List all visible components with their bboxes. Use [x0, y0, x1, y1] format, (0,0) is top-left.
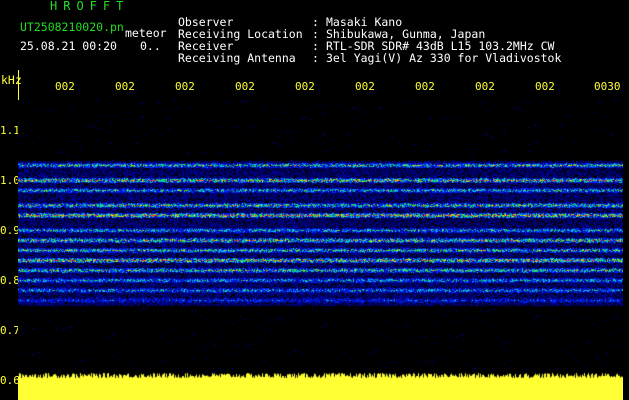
x-tick-label: 002	[355, 80, 375, 93]
observation-datetime: 25.08.21 00:20	[20, 39, 117, 53]
y-tick-label: 0.6	[0, 374, 20, 387]
x-tick-label: 002	[415, 80, 435, 93]
extra-value: 0..	[140, 39, 161, 53]
x-tick-label: 002	[535, 80, 555, 93]
x-tick-label: 0030	[594, 80, 621, 93]
x-tick-label: 002	[295, 80, 315, 93]
observation-kind: meteor	[125, 26, 167, 40]
info-row-receiver: Receiver: RTL-SDR SDR# 43dB L15 103.2MHz …	[178, 39, 555, 53]
info-row-observer: Observer: Masaki Kano	[178, 15, 403, 29]
info-row-location: Receiving Location: Shibukawa, Gunma, Jap…	[178, 27, 486, 41]
app-brand: HROFFT	[50, 0, 130, 13]
x-tick-label: 002	[235, 80, 255, 93]
y-tick-label: 0.8	[0, 274, 20, 287]
x-tick-label: 002	[55, 80, 75, 93]
spectrogram-canvas	[18, 100, 623, 400]
x-tick-label: 002	[475, 80, 495, 93]
station-info: Observer: Masaki Kano Receiving Location:…	[178, 4, 562, 65]
x-tick-label: 002	[175, 80, 195, 93]
y-tick-label: 0.9	[0, 224, 20, 237]
x-tick-label: 002	[115, 80, 135, 93]
file-name: UT2508210020.pn	[20, 20, 124, 34]
y-tick-label: 0.7	[0, 324, 20, 337]
info-row-antenna: Receiving Antenna:3el Yagi(V) Az 330 for…	[178, 51, 562, 65]
y-tick-label: 1.1	[0, 124, 20, 137]
y-tick-label: 1.0	[0, 174, 20, 187]
